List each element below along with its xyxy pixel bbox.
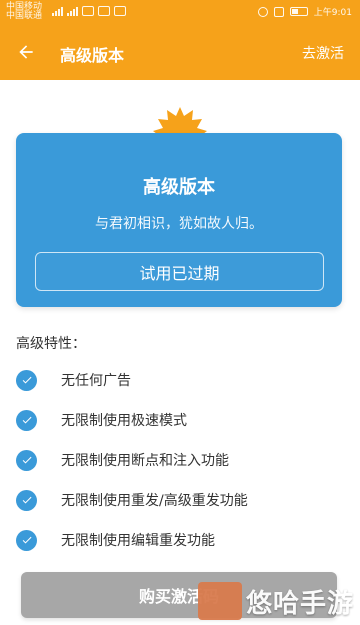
back-arrow-icon <box>19 45 33 59</box>
status-bar: 中国移动 中国联通 上午9:01 <box>0 0 360 24</box>
activate-button[interactable]: 去激活 <box>302 43 344 63</box>
premium-card: 高级版本 与君初相识，犹如故人归。 试用已过期 <box>16 133 342 307</box>
watermark-logo-icon <box>198 582 242 620</box>
card-subtitle: 与君初相识，犹如故人归。 <box>95 216 263 232</box>
feature-row: 无任何广告 <box>16 368 131 392</box>
feature-label: 无任何广告 <box>61 373 131 389</box>
signal-icon-2 <box>67 7 78 16</box>
watermark-text: 悠哈手游 <box>246 589 355 619</box>
app-bar: 高级版本 去激活 <box>0 24 360 80</box>
feature-row: 无限制使用断点和注入功能 <box>16 448 229 472</box>
top-bar: 中国移动 中国联通 上午9:01 高级版本 去激活 <box>0 0 360 80</box>
page-title: 高级版本 <box>60 46 125 65</box>
status-left: 中国移动 中国联通 <box>6 3 42 21</box>
feature-label: 无限制使用极速模式 <box>61 413 187 429</box>
check-icon <box>16 369 37 391</box>
features-heading: 高级特性： <box>16 336 86 352</box>
nfc-icon <box>273 6 284 17</box>
status-signal-icons <box>52 6 126 16</box>
feature-row: 无限制使用编辑重发功能 <box>16 528 215 552</box>
signal-icon <box>52 7 63 16</box>
carrier-line-2: 中国联通 <box>6 11 43 21</box>
check-icon <box>16 529 37 551</box>
feature-label: 无限制使用断点和注入功能 <box>61 453 229 469</box>
alarm-icon <box>257 6 268 17</box>
check-icon <box>16 449 37 471</box>
app-notification-icon-2 <box>98 6 110 16</box>
back-button[interactable] <box>8 36 44 68</box>
status-right: 上午9:01 <box>257 5 352 18</box>
feature-row: 无限制使用极速模式 <box>16 408 187 432</box>
trial-expired-button[interactable]: 试用已过期 <box>35 252 324 291</box>
watermark: 悠哈手游 <box>198 576 360 625</box>
feature-label: 无限制使用重发/高级重发功能 <box>61 493 248 509</box>
feature-row: 无限制使用重发/高级重发功能 <box>16 488 248 512</box>
app-notification-icon <box>82 6 94 16</box>
battery-icon <box>289 7 308 16</box>
check-icon <box>16 489 37 511</box>
feature-label: 无限制使用编辑重发功能 <box>61 533 215 549</box>
card-title: 高级版本 <box>143 177 215 198</box>
check-icon <box>16 409 37 431</box>
status-time: 上午9:01 <box>313 8 352 18</box>
app-notification-icon-3 <box>114 6 126 16</box>
